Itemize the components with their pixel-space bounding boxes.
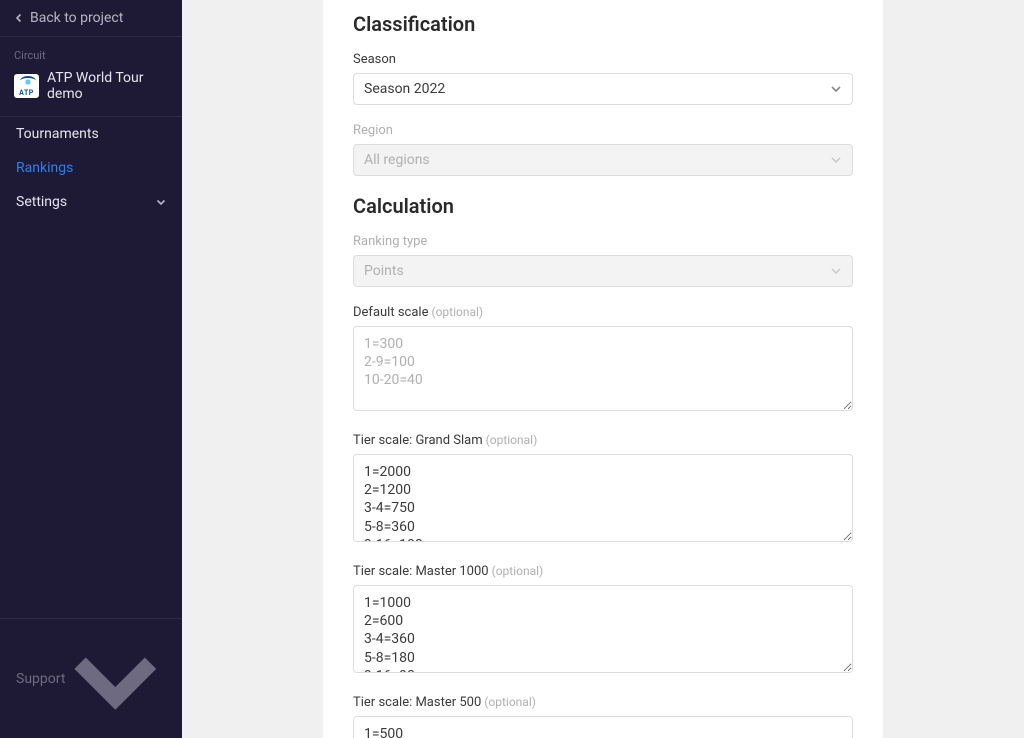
field-tier-grand-slam: Tier scale: Grand Slam(optional) [353, 433, 853, 546]
field-season: Season Season 2022 [353, 52, 853, 105]
region-label: Region [353, 123, 853, 138]
sidebar-item-support[interactable]: Support [0, 618, 182, 738]
ranking-type-value: Points [364, 263, 404, 279]
tier-master-500-textarea[interactable] [353, 716, 853, 738]
chevron-down-icon [830, 83, 842, 95]
optional-hint: (optional) [484, 695, 536, 709]
ranking-type-select: Points [353, 255, 853, 287]
back-label: Back to project [30, 10, 123, 26]
sidebar-item-tournaments[interactable]: Tournaments [0, 117, 182, 151]
tier-grand-slam-textarea[interactable] [353, 454, 853, 542]
field-default-scale: Default scale(optional) [353, 305, 853, 415]
circuit-logo: ATP [14, 74, 39, 98]
tier-grand-slam-label: Tier scale: Grand Slam(optional) [353, 433, 853, 448]
chevron-left-icon [14, 13, 24, 23]
back-to-project-link[interactable]: Back to project [0, 0, 182, 37]
sidebar: Back to project Circuit ATP ATP World To… [0, 0, 182, 738]
support-label: Support [16, 671, 65, 687]
region-value: All regions [364, 152, 430, 168]
classification-heading: Classification [353, 0, 853, 36]
chevron-down-icon [830, 265, 842, 277]
region-select: All regions [353, 144, 853, 176]
tier-master-1000-label: Tier scale: Master 1000(optional) [353, 564, 853, 579]
chevron-down-icon [830, 154, 842, 166]
default-scale-textarea[interactable] [353, 326, 853, 411]
ranking-type-label: Ranking type [353, 234, 853, 249]
calculation-heading: Calculation [353, 194, 853, 218]
field-tier-master-1000: Tier scale: Master 1000(optional) [353, 564, 853, 677]
field-tier-master-500: Tier scale: Master 500(optional) [353, 695, 853, 738]
season-label: Season [353, 52, 853, 67]
optional-hint: (optional) [492, 564, 544, 578]
nav-label: Rankings [16, 160, 73, 176]
sidebar-item-settings[interactable]: Settings [0, 185, 182, 219]
circuit-section: Circuit ATP ATP World Tour demo [0, 37, 182, 117]
field-region: Region All regions [353, 123, 853, 176]
circuit-name: ATP World Tour demo [47, 70, 168, 102]
field-ranking-type: Ranking type Points [353, 234, 853, 287]
season-value: Season 2022 [364, 81, 445, 97]
form-card: Classification Season Season 2022 Region… [323, 0, 883, 738]
sidebar-top: Back to project Circuit ATP ATP World To… [0, 0, 182, 618]
tier-master-1000-textarea[interactable] [353, 585, 853, 673]
nav-label: Settings [16, 194, 67, 210]
main-content: Classification Season Season 2022 Region… [182, 0, 1024, 738]
circuit-heading: Circuit [14, 49, 168, 62]
default-scale-label: Default scale(optional) [353, 305, 853, 320]
tier-master-500-label: Tier scale: Master 500(optional) [353, 695, 853, 710]
chevron-down-icon [156, 197, 166, 207]
nav-label: Tournaments [16, 126, 99, 142]
optional-hint: (optional) [431, 305, 483, 319]
season-select[interactable]: Season 2022 [353, 73, 853, 105]
circuit-item[interactable]: ATP ATP World Tour demo [14, 70, 168, 102]
sidebar-item-rankings[interactable]: Rankings [0, 151, 182, 185]
chevron-down-icon [65, 628, 166, 729]
optional-hint: (optional) [486, 433, 538, 447]
